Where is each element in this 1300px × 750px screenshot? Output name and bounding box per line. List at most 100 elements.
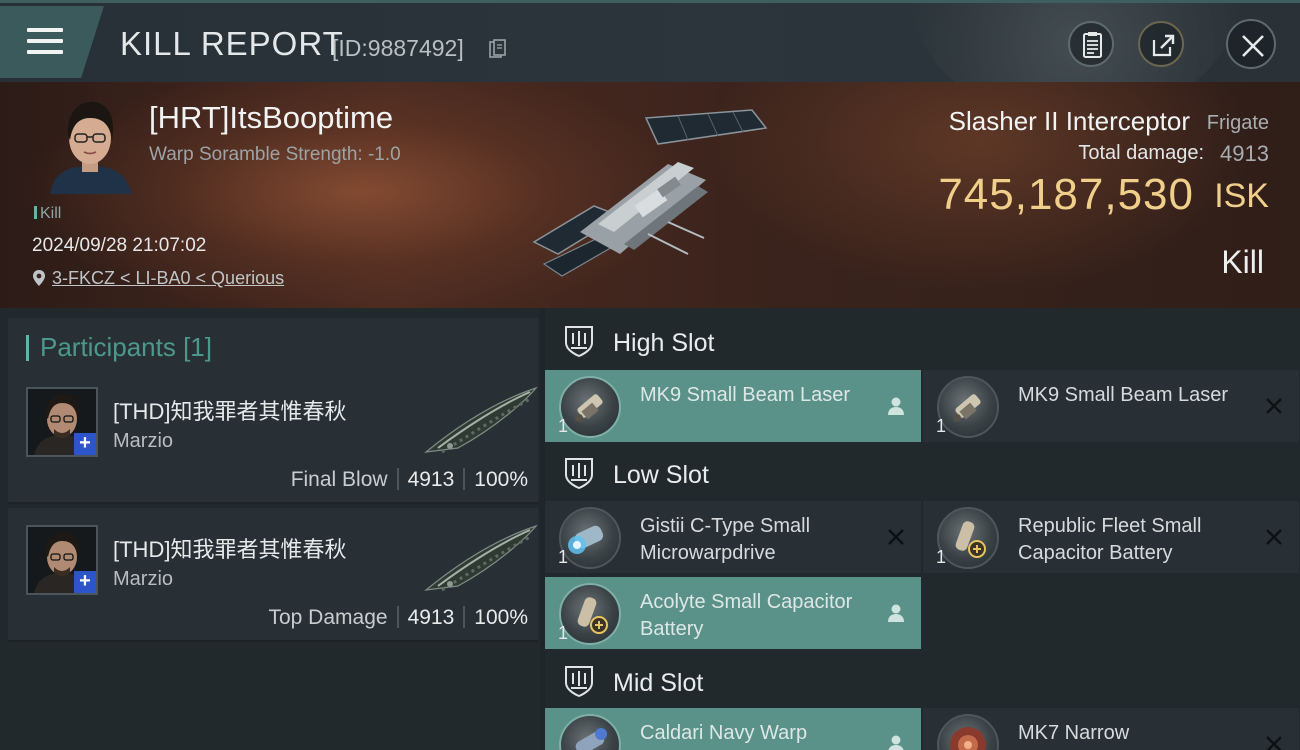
module-name: MK9 Small Beam Laser [1018,384,1229,406]
module-quantity: 1 [558,623,569,643]
participant-row[interactable]: + [THD]知我罪者其惟春秋 Marzio Final Blow 4913 100… [8,370,538,504]
pilot-icon [888,735,904,750]
participant-percent: 100% [474,606,528,629]
mid-slot-label: Mid Slot [613,669,704,697]
destroyed-icon [1266,736,1282,750]
participant-damage: 4913 [407,468,455,491]
destroyed-icon [1266,529,1282,545]
participant-pilot: Marzio [113,568,174,590]
participant-row[interactable]: + [THD]知我罪者其惟春秋 Marzio Top Damage 4913 100… [8,508,538,642]
kill-tag-label: Kill [40,205,62,222]
participant-avatar[interactable]: + [26,387,98,457]
isk-unit: ISK [1214,177,1269,215]
share-icon [1152,34,1175,57]
module-quantity: 1 [936,416,947,436]
divider [463,606,466,628]
total-damage-label: Total damage: [1078,142,1204,164]
participants-panel: Participants [1] + [THD]知我罪者其惟春秋 Marzio … [0,308,540,750]
mid-slot-header: Mid Slot [545,650,1300,710]
ship-class: Frigate [1206,112,1269,134]
capacitor-battery-icon [559,583,621,645]
page-title: KILL REPORT [120,25,344,62]
warp-disruptor-icon [559,714,621,750]
copy-icon[interactable] [489,39,507,59]
menu-button[interactable] [0,6,104,78]
module-item[interactable]: 1 Acolyte Small Capacitor Battery [545,577,921,649]
location-pin-icon [33,270,45,286]
module-item[interactable]: 1 MK9 Small Beam Laser [545,370,921,442]
module-quantity: 1 [558,547,569,567]
pilot-icon [888,397,904,415]
destroyed-icon [888,529,904,545]
victim-portrait[interactable] [46,96,134,194]
participant-role: Final Blow [290,468,388,491]
participant-percent: 100% [474,468,528,491]
module-name: MK7 Narrow [1018,722,1130,744]
warp-scramble-strength: Warp Soramble Strength: -1.0 [149,144,401,165]
clipboard-button[interactable] [1068,21,1114,67]
high-slot-label: High Slot [613,329,715,357]
beam-laser-icon [937,376,999,438]
high-slot-header: High Slot [545,310,1300,370]
participants-label: Participants [1] [40,332,212,362]
module-name: Acolyte Small Capacitor Battery [640,591,853,640]
participant-name[interactable]: [THD]知我罪者其惟春秋 [113,394,346,426]
ecm-module-icon [937,714,999,750]
divider [463,468,466,490]
isk-value: 745,187,530 [938,170,1194,219]
pilot-icon [888,604,904,622]
divider [396,606,399,628]
participant-name[interactable]: [THD]知我罪者其惟春秋 [113,532,346,564]
add-contact-icon[interactable]: + [74,433,96,455]
participants-header[interactable]: Participants [1] [8,318,538,372]
divider [396,468,399,490]
victim-ship-render[interactable] [528,104,768,284]
capacitor-battery-icon [937,507,999,569]
mid-slot-icon [565,666,593,698]
module-item[interactable]: 1 Caldari Navy Warp [545,708,921,750]
module-item[interactable]: 1 MK9 Small Beam Laser [923,370,1299,442]
participant-stats: Top Damage 4913 100% [268,606,528,630]
kill-location[interactable]: 3-FKCZ < LI-BA0 < Querious [32,268,284,289]
total-damage-value: 4913 [1220,141,1269,166]
module-item[interactable]: 1 Republic Fleet Small Capacitor Battery [923,501,1299,573]
participant-pilot: Marzio [113,430,174,452]
share-button[interactable] [1138,21,1184,67]
module-item[interactable]: 1 Gistii C-Type Small Microwarpdrive [545,501,921,573]
participant-avatar[interactable]: + [26,525,98,595]
kill-tag-marker [34,206,37,219]
top-bar: KILL REPORT [ID:9887492] [0,0,1300,82]
module-name: Republic Fleet Small Capacitor Battery [1018,515,1202,564]
microwarpdrive-icon [559,507,621,569]
kill-result: Kill [1221,244,1264,280]
module-name: Gistii C-Type Small Microwarpdrive [640,515,811,564]
add-contact-icon[interactable]: + [74,571,96,593]
location-link[interactable]: 3-FKCZ < LI-BA0 < Querious [52,268,284,288]
close-icon [1242,35,1264,57]
participant-stats: Final Blow 4913 100% [291,468,528,492]
beam-laser-icon [559,376,621,438]
victim-name[interactable]: [HRT]ItsBooptime [149,100,393,136]
module-item[interactable]: 1 MK7 Narrow [923,708,1299,750]
destroyed-icon [1266,398,1282,414]
participant-role: Top Damage [268,606,388,629]
kill-datetime: 2024/09/28 21:07:02 [32,235,207,256]
module-quantity: 1 [558,416,569,436]
clipboard-icon [1083,32,1102,58]
low-slot-label: Low Slot [613,461,709,489]
low-slot-icon [565,458,593,490]
report-id: [ID:9887492] [332,35,464,61]
low-slot-header: Low Slot [545,442,1300,502]
module-name: MK9 Small Beam Laser [640,384,851,406]
fitting-panel: High Slot 1 MK9 Small Beam Laser 1 MK9 S… [545,308,1300,750]
participants-header-marker [26,335,29,361]
participant-ship-icon[interactable] [418,382,543,462]
participant-damage: 4913 [407,606,455,629]
participant-ship-icon[interactable] [418,520,543,600]
ship-name[interactable]: Slasher II Interceptor [949,106,1190,137]
high-slot-icon [565,326,593,358]
module-quantity: 1 [936,547,947,567]
hamburger-icon [27,28,63,56]
kill-tag: Kill [34,205,61,223]
close-button[interactable] [1226,19,1276,69]
